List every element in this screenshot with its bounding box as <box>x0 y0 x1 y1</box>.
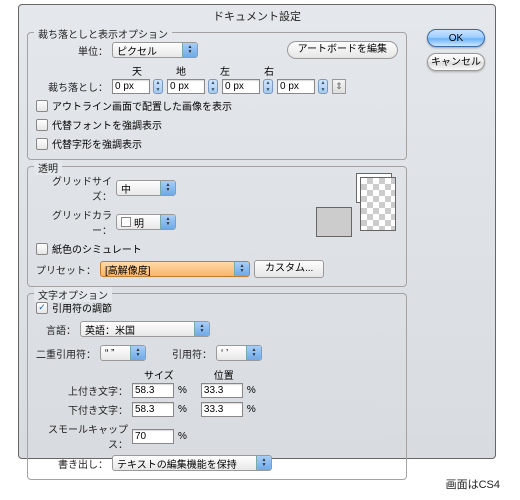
curly-quotes-label: 引用符の調節 <box>52 300 112 315</box>
single-quote-select[interactable]: ‘ ’ <box>216 345 262 361</box>
chevron-updown-icon <box>160 181 175 195</box>
grid-color-value: 明 <box>134 215 160 230</box>
outline-images-label: アウトライン画面で配置した画像を表示 <box>52 98 232 113</box>
edit-artboard-button[interactable]: アートボードを編集 <box>287 41 398 59</box>
bleed-bottom-stepper[interactable] <box>208 79 218 94</box>
chevron-updown-icon <box>256 456 271 470</box>
grid-color-label: グリッドカラー： <box>36 207 112 237</box>
preset-select[interactable]: [高解像度] <box>100 261 250 277</box>
subst-fonts-checkbox[interactable] <box>36 119 48 131</box>
custom-button[interactable]: カスタム... <box>254 260 324 278</box>
superscript-pos-input[interactable] <box>201 383 243 398</box>
dialog-title: ドキュメント設定 <box>19 5 495 26</box>
simulate-paper-checkbox[interactable] <box>36 243 48 255</box>
preset-label: プリセット： <box>36 262 96 277</box>
type-legend: 文字オプション <box>34 287 112 302</box>
swatch-checker <box>360 177 396 231</box>
export-value: テキストの編集機能を保持 <box>117 456 256 471</box>
superscript-label: 上付き文字： <box>36 383 128 398</box>
double-quote-value: “ ” <box>105 348 130 359</box>
type-group: 文字オプション 引用符の調節 言語： 英語：米国 二重引用符： “ ” 引用符：… <box>27 293 407 480</box>
color-swatch-icon <box>121 217 131 227</box>
bleed-label: 裁ち落とし： <box>36 79 108 94</box>
bleed-bottom-input[interactable] <box>167 79 205 94</box>
dialog-content: OK キャンセル 裁ち落としと表示オプション 単位： ピクセル アートボードを編… <box>19 26 495 494</box>
language-value: 英語：米国 <box>85 322 194 337</box>
single-quote-label: 引用符： <box>162 346 212 361</box>
chevron-updown-icon <box>182 43 197 57</box>
transparency-legend: 透明 <box>34 160 62 175</box>
link-icon[interactable]: ⇕ <box>332 79 346 94</box>
language-label: 言語： <box>36 322 76 337</box>
chevron-updown-icon <box>194 322 209 336</box>
bleed-left-input[interactable] <box>222 79 260 94</box>
col-right: 右 <box>264 63 274 78</box>
col-size: サイズ <box>144 367 174 382</box>
grid-size-value: 中 <box>121 181 160 196</box>
unit-value: ピクセル <box>117 43 182 58</box>
export-label: 書き出し： <box>36 456 108 471</box>
unit-select[interactable]: ピクセル <box>112 42 198 58</box>
smallcaps-input[interactable] <box>132 429 174 444</box>
double-quote-label: 二重引用符： <box>36 346 96 361</box>
single-quote-value: ‘ ’ <box>221 348 246 359</box>
simulate-paper-label: 紙色のシミュレート <box>52 241 142 256</box>
curly-quotes-checkbox[interactable] <box>36 302 48 314</box>
subst-fonts-label: 代替フォントを強調表示 <box>52 117 162 132</box>
grid-color-select[interactable]: 明 <box>116 214 176 230</box>
caption: 画面はCS4 <box>446 476 500 492</box>
export-select[interactable]: テキストの編集機能を保持 <box>112 455 272 471</box>
language-select[interactable]: 英語：米国 <box>80 321 210 337</box>
subscript-label: 下付き文字： <box>36 402 128 417</box>
bleed-group: 裁ち落としと表示オプション 単位： ピクセル アートボードを編集 天 地 左 右… <box>27 32 407 160</box>
unit-label: 単位： <box>36 43 108 58</box>
subscript-pos-input[interactable] <box>201 402 243 417</box>
grid-size-select[interactable]: 中 <box>116 180 176 196</box>
preset-value: [高解像度] <box>105 262 234 277</box>
bleed-right-input[interactable] <box>277 79 315 94</box>
chevron-updown-icon <box>246 346 261 360</box>
transparency-group: 透明 グリッドサイズ： 中 グリッドカラー： 明 紙色のシミュレート <box>27 166 407 287</box>
superscript-size-input[interactable] <box>132 383 174 398</box>
col-top: 天 <box>132 63 142 78</box>
bleed-top-input[interactable] <box>112 79 150 94</box>
grid-size-label: グリッドサイズ： <box>36 173 112 203</box>
chevron-updown-icon <box>160 215 175 229</box>
chevron-updown-icon <box>130 346 145 360</box>
bleed-right-stepper[interactable] <box>318 79 328 94</box>
cancel-button[interactable]: キャンセル <box>427 53 485 71</box>
bleed-top-stepper[interactable] <box>153 79 163 94</box>
outline-images-checkbox[interactable] <box>36 100 48 112</box>
bleed-legend: 裁ち落としと表示オプション <box>34 26 172 41</box>
chevron-updown-icon <box>234 262 249 276</box>
col-left: 左 <box>220 63 230 78</box>
subst-glyphs-checkbox[interactable] <box>36 138 48 150</box>
double-quote-select[interactable]: “ ” <box>100 345 146 361</box>
dialog-window: ドキュメント設定 OK キャンセル 裁ち落としと表示オプション 単位： ピクセル… <box>18 4 496 459</box>
bleed-left-stepper[interactable] <box>263 79 273 94</box>
col-bottom: 地 <box>176 63 186 78</box>
ok-button[interactable]: OK <box>427 29 485 47</box>
col-position: 位置 <box>214 367 234 382</box>
swatch-dark <box>316 207 352 237</box>
smallcaps-label: スモールキャップス： <box>36 421 128 451</box>
subst-glyphs-label: 代替字形を強調表示 <box>52 136 142 151</box>
subscript-size-input[interactable] <box>132 402 174 417</box>
